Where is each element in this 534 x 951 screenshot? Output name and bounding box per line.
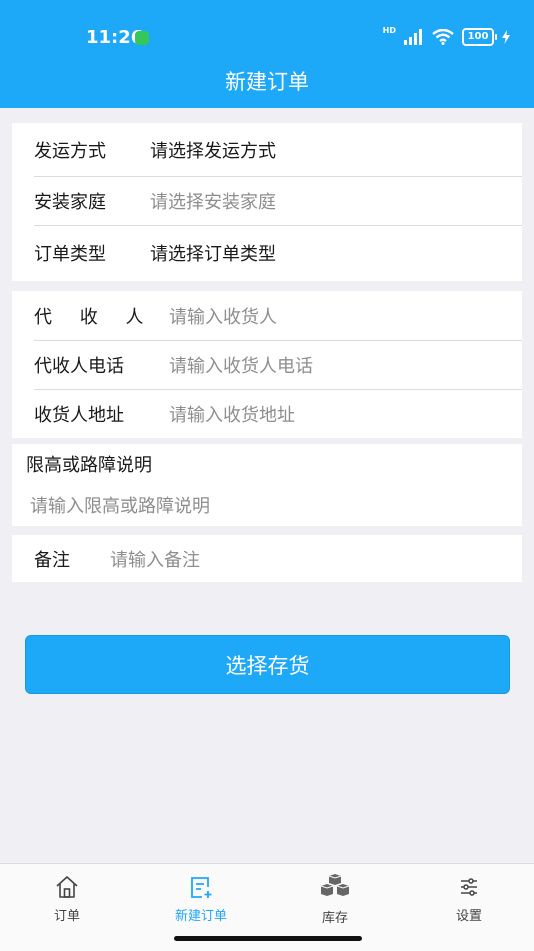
battery-icon: 100 — [462, 28, 497, 46]
receiver-address-label: 收货人地址 — [34, 404, 124, 426]
order-type-row[interactable]: 订单类型 请选择订单类型 — [12, 225, 522, 281]
receiver-row[interactable]: 代 收 人 请输入收货人 — [12, 291, 522, 340]
tab-settings[interactable]: 设置 — [424, 874, 514, 924]
order-type-label: 订单类型 — [34, 244, 106, 265]
install-family-label: 安装家庭 — [34, 191, 106, 213]
receiver-phone-label: 代收人电话 — [34, 355, 124, 377]
receiver-phone-input[interactable]: 请输入收货人电话 — [169, 352, 313, 378]
shipping-method-row[interactable]: 发运方式 请选择发运方式 — [12, 123, 522, 176]
order-options-group: 发运方式 请选择发运方式 安装家庭 请选择安装家庭 订单类型 请选择订单类型 — [12, 123, 522, 281]
obstacle-group: 限高或路障说明 请输入限高或路障说明 — [12, 444, 522, 526]
receiver-group: 代 收 人 请输入收货人 代收人电话 请输入收货人电话 收货人地址 请输入收货地… — [12, 291, 522, 438]
home-icon — [56, 876, 78, 898]
tab-new-order-label: 新建订单 — [174, 909, 227, 924]
header-bar: 11:26 HD 100 新建订单 — [0, 0, 534, 108]
order-type-select[interactable]: 请选择订单类型 — [150, 240, 276, 266]
tab-settings-label: 设置 — [455, 909, 482, 924]
install-family-select[interactable]: 请选择安装家庭 — [150, 188, 276, 214]
charging-icon — [502, 30, 510, 44]
signal-icon — [404, 29, 422, 45]
shipping-method-select[interactable]: 请选择发运方式 — [150, 137, 276, 163]
receiver-address-input[interactable]: 请输入收货地址 — [169, 401, 295, 427]
wifi-icon — [432, 29, 454, 45]
tab-inventory-label: 库存 — [321, 911, 348, 926]
home-indicator[interactable] — [174, 936, 362, 941]
receiver-label: 代 收 人 — [34, 306, 144, 328]
obstacle-input[interactable]: 请输入限高或路障说明 — [30, 492, 210, 518]
status-icons: HD 100 — [382, 26, 510, 46]
notification-icon — [135, 31, 149, 45]
tab-orders[interactable]: 订单 — [22, 874, 112, 924]
tab-new-order[interactable]: 新建订单 — [156, 874, 246, 924]
battery-level: 100 — [467, 31, 489, 42]
receiver-input[interactable]: 请输入收货人 — [169, 303, 277, 329]
settings-sliders-icon — [461, 878, 477, 896]
install-family-row[interactable]: 安装家庭 请选择安装家庭 — [12, 176, 522, 225]
inventory-boxes-icon — [320, 874, 350, 896]
tab-inventory[interactable]: 库存 — [290, 874, 380, 926]
receiver-address-row[interactable]: 收货人地址 请输入收货地址 — [12, 389, 522, 438]
remark-input[interactable]: 请输入备注 — [110, 546, 200, 572]
obstacle-label: 限高或路障说明 — [26, 455, 152, 476]
select-inventory-button[interactable]: 选择存货 — [25, 635, 510, 694]
tab-orders-label: 订单 — [53, 909, 80, 924]
hd-icon: HD — [382, 26, 396, 35]
remark-row[interactable]: 备注 请输入备注 — [12, 535, 522, 582]
receiver-phone-row[interactable]: 代收人电话 请输入收货人电话 — [12, 340, 522, 389]
new-order-icon — [191, 877, 212, 898]
shipping-method-label: 发运方式 — [34, 140, 106, 162]
remark-label: 备注 — [34, 549, 70, 571]
remark-group: 备注 请输入备注 — [12, 535, 522, 582]
page-title: 新建订单 — [225, 70, 309, 94]
